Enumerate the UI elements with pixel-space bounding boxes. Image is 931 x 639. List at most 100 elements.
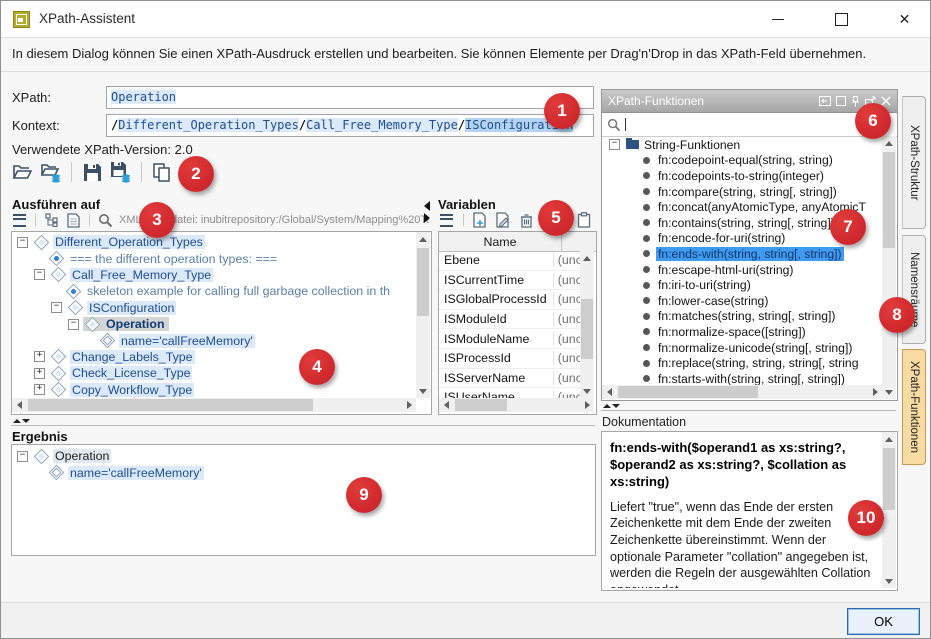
vertical-scrollbar[interactable] [416, 232, 430, 398]
pin-icon[interactable] [851, 96, 860, 107]
maximize-button[interactable] [816, 1, 866, 37]
delete-variable-button[interactable] [518, 212, 535, 228]
add-document-icon [473, 212, 488, 228]
function-folder-row[interactable]: −String-Funktionen [603, 137, 882, 153]
result-panel: −Operationname='callFreeMemory' [11, 444, 596, 556]
function-item[interactable]: fn:compare(string, string[, string]) [603, 184, 882, 200]
splitter-handle[interactable] [603, 404, 620, 408]
function-item[interactable]: fn:starts-with(string, string[, string]) [603, 371, 882, 386]
collapse-icon[interactable]: − [17, 237, 28, 248]
horizontal-scrollbar[interactable] [439, 398, 594, 412]
name-column-header[interactable]: Name [439, 232, 562, 251]
open-file-button[interactable] [11, 161, 33, 183]
function-item[interactable]: fn:normalize-unicode(string[, string]) [603, 340, 882, 356]
collapse-icon[interactable]: − [609, 139, 620, 150]
menu-button[interactable] [11, 212, 28, 228]
ok-button[interactable]: OK [847, 608, 920, 635]
function-label: fn:starts-with(string, string[, string]) [656, 372, 847, 386]
tab-xpath-struktur[interactable]: XPath-Struktur [902, 96, 926, 229]
value-column-header[interactable] [562, 232, 596, 251]
collapse-right-icon[interactable] [424, 213, 430, 223]
expand-icon[interactable]: + [34, 384, 45, 395]
tree-item[interactable]: +Check_License_Type [13, 365, 415, 381]
tree-item[interactable]: −Different_Operation_Types [13, 234, 415, 250]
toolbar-separator [463, 214, 464, 226]
add-variable-button[interactable] [472, 212, 489, 228]
maximize-panel-icon[interactable] [836, 96, 846, 106]
menu-button[interactable] [438, 212, 455, 228]
splitter-handle[interactable] [13, 419, 30, 423]
variable-row[interactable]: ISCurrentTime(unc [439, 271, 580, 291]
collapse-icon[interactable]: − [34, 269, 45, 280]
vertical-scrollbar[interactable] [580, 251, 594, 398]
collapse-icon[interactable]: − [68, 319, 79, 330]
variable-row[interactable]: ISGlobalProcessId(unc [439, 290, 580, 310]
function-item[interactable]: fn:iri-to-uri(string) [603, 277, 882, 293]
paste-variable-button[interactable] [575, 212, 592, 228]
function-bullet-icon [643, 250, 650, 257]
function-item[interactable]: fn:lower-case(string) [603, 293, 882, 309]
variable-row[interactable]: ISModuleId(unc [439, 310, 580, 330]
xpath-functions-panel-header[interactable]: XPath-Funktionen [602, 90, 897, 113]
variable-row[interactable]: Ebene(unc [439, 251, 580, 271]
collapse-icon[interactable]: − [51, 302, 62, 313]
splitter-line[interactable] [601, 410, 896, 411]
vertical-scrollbar[interactable] [882, 136, 896, 399]
expand-icon[interactable]: + [34, 351, 45, 362]
execute-on-title: Ausführen auf [12, 197, 100, 212]
copy-button[interactable] [151, 161, 173, 183]
function-item[interactable]: fn:replace(string, string, string[, stri… [603, 355, 882, 371]
function-item[interactable]: fn:escape-html-uri(string) [603, 262, 882, 278]
collapse-left-icon[interactable] [424, 201, 430, 211]
variable-row[interactable]: ISModuleName(unc [439, 329, 580, 349]
horizontal-scrollbar[interactable] [12, 398, 416, 412]
annotation-badge-8: 8 [879, 297, 915, 333]
tab-xpath-funktionen[interactable]: XPath-Funktionen [902, 349, 926, 465]
tree-item[interactable]: −ISConfiguration [13, 300, 415, 316]
tree-item[interactable]: −Operation [13, 448, 591, 464]
search-source-button[interactable] [97, 212, 114, 228]
hamburger-icon [440, 214, 453, 227]
tree-item[interactable]: +Change_Labels_Type [13, 349, 415, 365]
copy-icon [153, 163, 171, 182]
tree-item[interactable]: +Copy_Workflow_Type [13, 382, 415, 398]
tree-view-button[interactable] [43, 212, 60, 228]
variable-value: (unc [554, 312, 580, 326]
vertical-scrollbar[interactable] [882, 432, 896, 588]
function-item[interactable]: fn:codepoint-equal(string, string) [603, 153, 882, 169]
tree-item[interactable]: name='callFreeMemory' [13, 332, 415, 348]
variable-row[interactable]: ISUserName(unc [439, 388, 580, 398]
function-item[interactable]: fn:codepoints-to-string(integer) [603, 168, 882, 184]
tree-item[interactable]: −Operation [13, 316, 415, 332]
edit-variable-button[interactable] [495, 212, 512, 228]
dock-icon[interactable] [819, 96, 831, 106]
save-button[interactable] [81, 161, 103, 183]
tree-item[interactable]: skeleton example for calling full garbag… [13, 283, 415, 299]
save-to-repository-button[interactable] [110, 161, 132, 183]
tree-item[interactable]: === the different operation types: === [13, 250, 415, 266]
document-view-button[interactable] [65, 212, 82, 228]
close-button[interactable]: ✕ [879, 1, 930, 37]
function-item[interactable]: fn:normalize-space([string]) [603, 324, 882, 340]
minimize-button[interactable] [753, 1, 803, 37]
horizontal-scrollbar[interactable] [602, 385, 882, 399]
variable-row[interactable]: ISProcessId(unc [439, 349, 580, 369]
xpath-input[interactable]: Operation [106, 86, 594, 109]
function-item[interactable]: fn:matches(string, string[, string]) [603, 309, 882, 325]
variable-row[interactable]: ISServerName(unc [439, 369, 580, 389]
close-panel-icon[interactable] [881, 96, 891, 106]
expand-icon[interactable]: + [34, 368, 45, 379]
tree-item[interactable]: name='callFreeMemory' [13, 464, 591, 480]
kontext-label: Kontext: [12, 118, 60, 133]
documentation-title: Dokumentation [602, 415, 686, 429]
open-from-repository-button[interactable] [40, 161, 62, 183]
kontext-input[interactable]: /Different_Operation_Types/Call_Free_Mem… [106, 114, 594, 137]
function-item[interactable]: fn:ends-with(string, string[, string]) [603, 246, 882, 262]
toolbar-separator [35, 214, 36, 226]
collapse-icon[interactable]: − [17, 451, 28, 462]
splitter-line[interactable] [11, 425, 595, 426]
text-caret [625, 118, 626, 131]
xml-element-icon [85, 316, 101, 332]
save-icon [83, 163, 102, 182]
tree-item[interactable]: −Call_Free_Memory_Type [13, 267, 415, 283]
